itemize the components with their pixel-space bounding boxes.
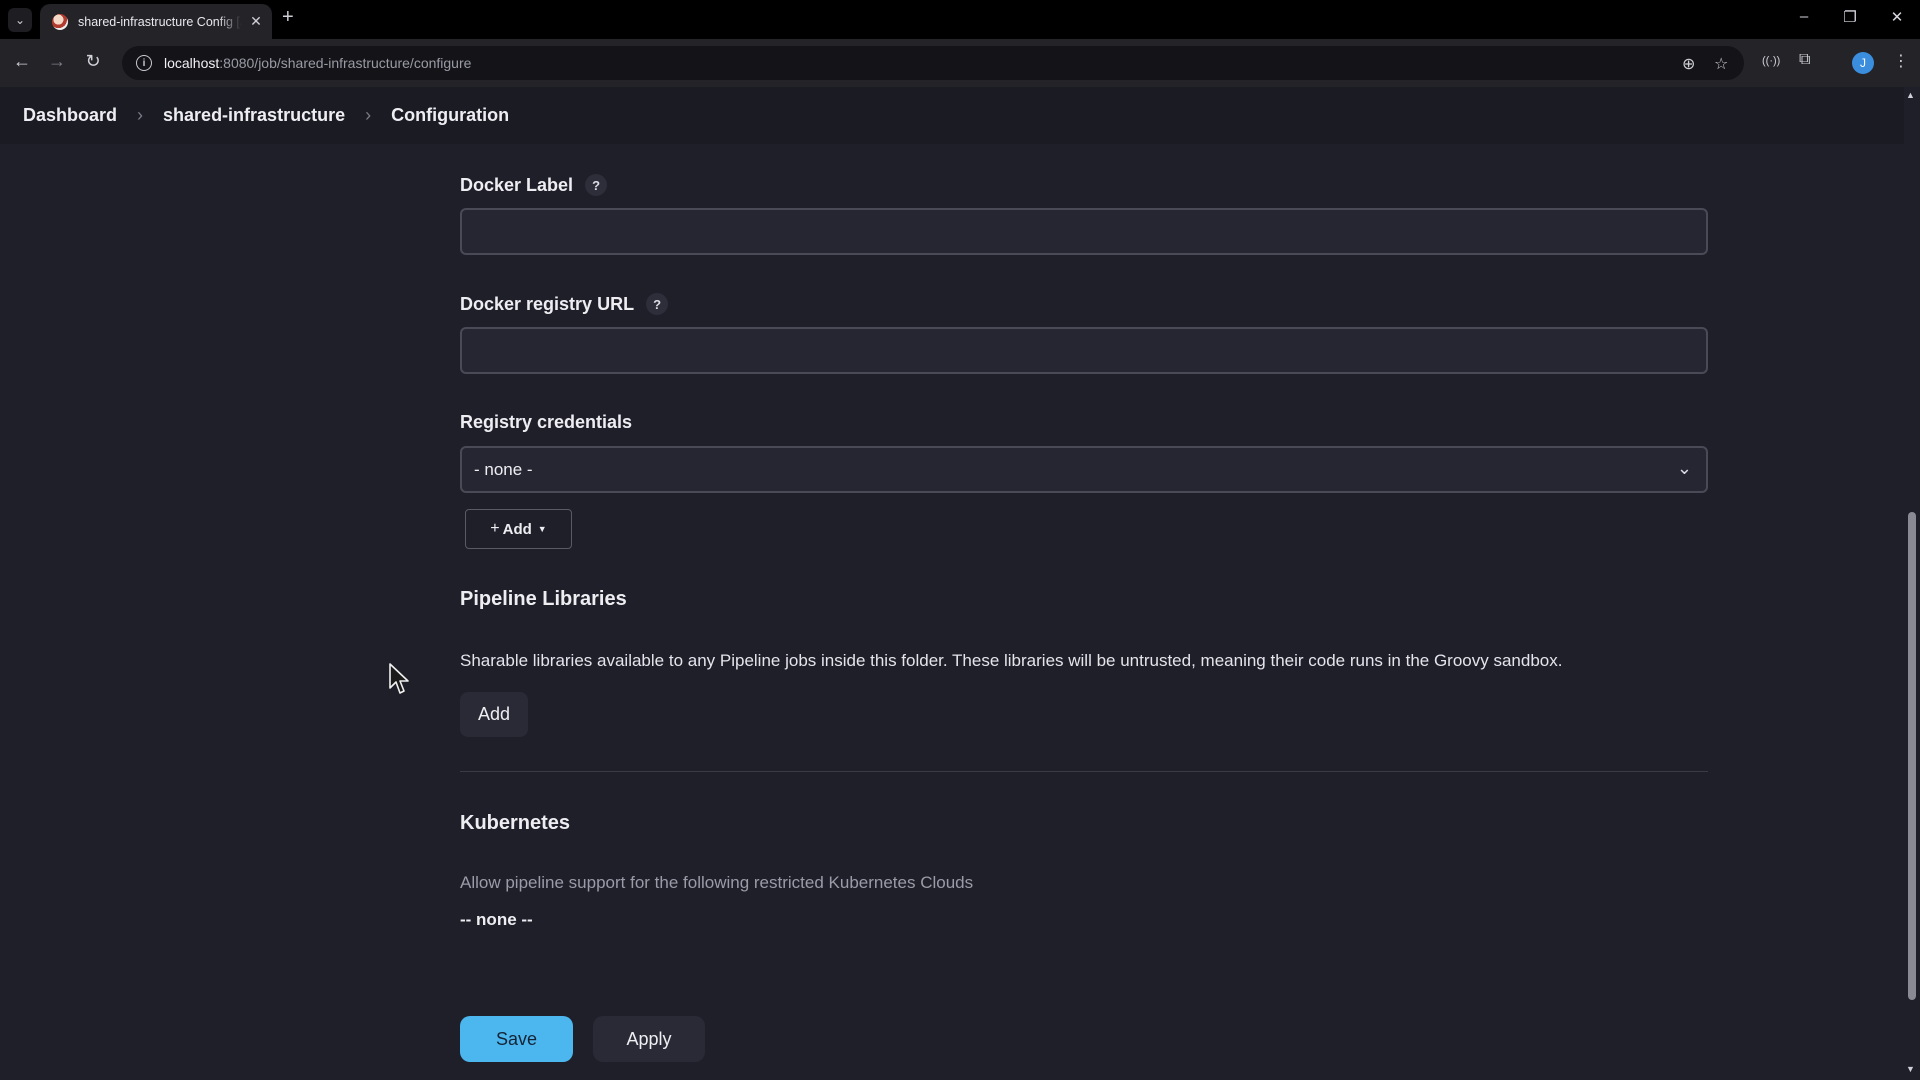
registry-credentials-label: Registry credentials	[460, 412, 632, 433]
minimize-icon[interactable]: –	[1794, 8, 1814, 25]
scrollbar-thumb[interactable]	[1908, 512, 1916, 1000]
browser-tab-bar: ⌄ shared-infrastructure Config [Jenkins]…	[0, 0, 1920, 39]
pipeline-libraries-description: Sharable libraries available to any Pipe…	[460, 651, 1563, 670]
pipeline-libraries-title: Pipeline Libraries	[460, 588, 627, 610]
docker-label-field-label: Docker Label ?	[460, 174, 608, 196]
docker-label-text: Docker Label	[460, 174, 574, 195]
docker-registry-field-label: Docker registry URL ?	[460, 293, 669, 315]
extensions-puzzle-icon[interactable]: ⧉	[1799, 51, 1810, 69]
registry-credentials-text: Registry credentials	[460, 412, 633, 432]
save-button[interactable]: Save	[460, 1016, 573, 1062]
forward-arrow-icon[interactable]: →	[45, 51, 69, 72]
chevron-down-icon: ⌄	[1676, 458, 1692, 478]
url-host: localhost	[164, 55, 220, 71]
section-divider	[460, 771, 1708, 772]
docker-label-input[interactable]	[460, 208, 1708, 255]
apply-button[interactable]: Apply	[593, 1016, 705, 1062]
restore-icon[interactable]: ❐	[1840, 8, 1860, 26]
scroll-up-arrow-icon[interactable]: ▲	[1906, 90, 1915, 100]
add-credentials-label: Add	[502, 520, 532, 538]
zoom-icon[interactable]: ⊕	[1682, 54, 1695, 74]
browser-toolbar: ← → ↻ i localhost:8080/job/shared-infras…	[0, 39, 1920, 87]
add-credentials-button[interactable]: + Add ▼	[465, 509, 572, 549]
help-question-icon[interactable]: ?	[646, 293, 669, 315]
jenkins-favicon-icon	[52, 13, 68, 30]
address-bar[interactable]: i localhost:8080/job/shared-infrastructu…	[122, 46, 1744, 80]
caret-down-icon: ▼	[537, 524, 547, 534]
mouse-cursor-icon	[389, 663, 409, 694]
site-info-icon[interactable]: i	[136, 55, 152, 71]
kubernetes-title: Kubernetes	[460, 812, 571, 834]
add-library-button[interactable]: Add	[460, 692, 528, 737]
bookmark-star-icon[interactable]: ☆	[1714, 54, 1728, 74]
media-cast-icon[interactable]: ((·))	[1762, 55, 1780, 67]
breadcrumb-shared-infrastructure[interactable]: shared-infrastructure	[163, 105, 345, 126]
breadcrumb-chevron-icon: ›	[365, 105, 372, 125]
docker-registry-text: Docker registry URL	[460, 293, 635, 314]
kubernetes-clouds-none: -- none --	[460, 910, 533, 929]
help-question-icon[interactable]: ?	[585, 174, 608, 196]
profile-avatar[interactable]: J	[1852, 52, 1874, 74]
breadcrumb: Dashboard › shared-infrastructure › Conf…	[0, 87, 1904, 144]
docker-registry-url-input[interactable]	[460, 327, 1708, 374]
breadcrumb-configuration[interactable]: Configuration	[391, 105, 509, 126]
reload-icon[interactable]: ↻	[81, 51, 105, 72]
new-tab-plus-icon[interactable]: +	[282, 6, 294, 29]
breadcrumb-chevron-icon: ›	[137, 105, 144, 125]
registry-credentials-selected: - none -	[474, 459, 533, 479]
browser-tab[interactable]: shared-infrastructure Config [Jenkins] ✕	[40, 4, 272, 39]
back-arrow-icon[interactable]: ←	[10, 51, 34, 72]
tab-close-icon[interactable]: ✕	[248, 13, 264, 30]
breadcrumb-dashboard[interactable]: Dashboard	[23, 105, 117, 126]
window-close-icon[interactable]: ✕	[1887, 8, 1907, 26]
registry-credentials-select[interactable]: - none - ⌄	[460, 446, 1708, 493]
scroll-down-arrow-icon[interactable]: ▼	[1906, 1064, 1915, 1074]
tab-title: shared-infrastructure Config [Jenkins]	[78, 14, 242, 29]
kubernetes-description: Allow pipeline support for the following…	[460, 873, 974, 892]
plus-icon: +	[490, 520, 500, 537]
tab-search-chevron-icon[interactable]: ⌄	[8, 8, 32, 32]
browser-menu-icon[interactable]: ⋮	[1893, 51, 1909, 71]
url-path: :8080/job/shared-infrastructure/configur…	[219, 55, 472, 71]
